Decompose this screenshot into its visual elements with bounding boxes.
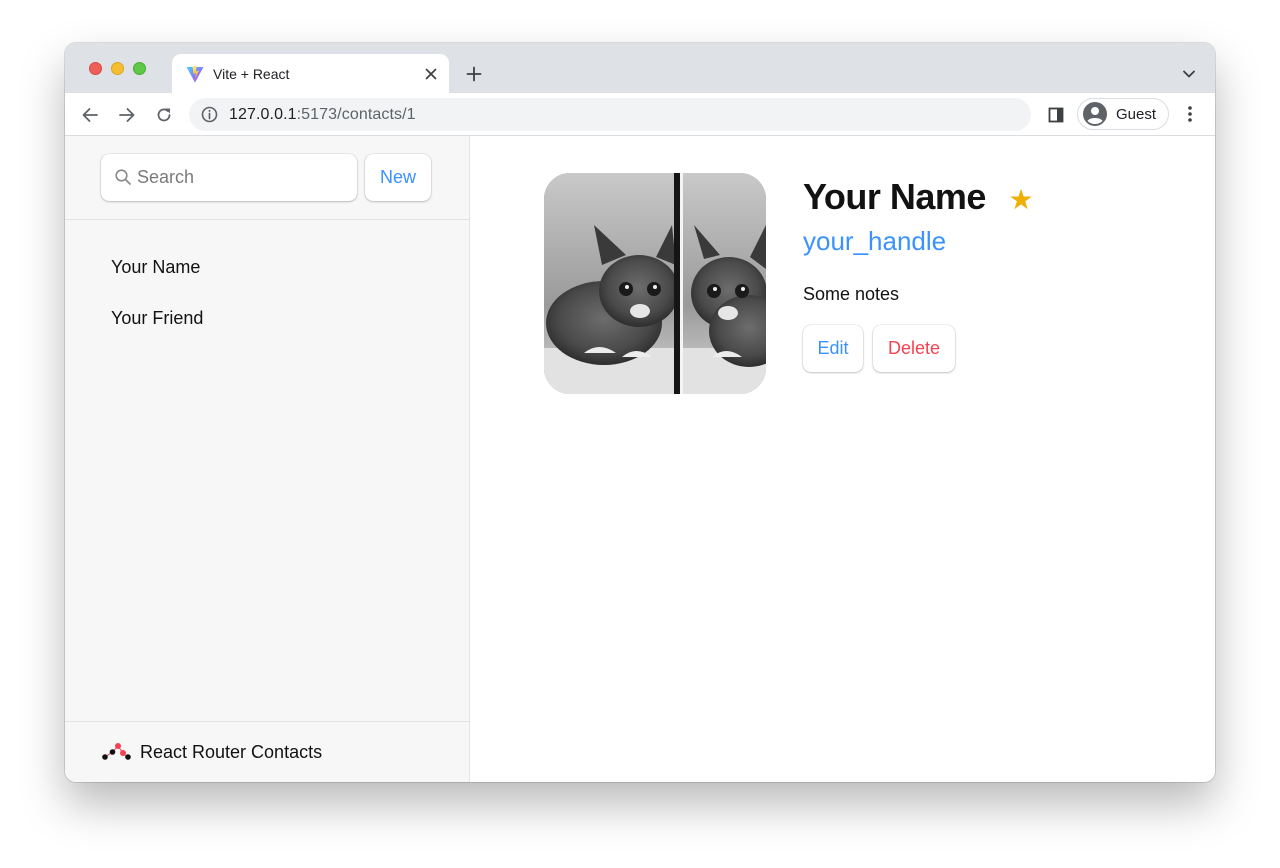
close-icon[interactable] [421, 64, 441, 84]
reload-icon[interactable] [151, 102, 177, 128]
forward-arrow-icon[interactable] [114, 102, 140, 128]
react-router-logo-icon [101, 742, 131, 762]
sidebar: New Your Name Your Friend Re [65, 136, 470, 782]
app-title: React Router Contacts [140, 742, 323, 762]
tab-strip: Vite + React [65, 43, 1215, 94]
contact-avatar [544, 173, 766, 394]
search-icon [114, 168, 132, 186]
sidebar-header: New [65, 136, 469, 220]
contact-handle-link[interactable]: your_handle [803, 226, 946, 257]
back-arrow-icon[interactable] [77, 102, 103, 128]
window-close-button[interactable] [89, 62, 102, 75]
list-item[interactable]: Your Friend [101, 296, 431, 340]
page-content: New Your Name Your Friend Re [65, 136, 1215, 782]
sidebar-footer: React Router Contacts [65, 721, 469, 782]
window-minimize-button[interactable] [111, 62, 124, 75]
info-icon[interactable] [201, 106, 218, 123]
profile-button[interactable]: Guest [1077, 98, 1169, 130]
tab-title: Vite + React [213, 66, 290, 82]
more-vert-icon[interactable] [1179, 103, 1201, 125]
browser-window: Vite + React 127.0.0.1:5173/contacts/1 G… [65, 43, 1215, 782]
browser-tab[interactable]: Vite + React [172, 54, 449, 94]
search-form [101, 154, 357, 201]
contact-name: Your Name [803, 176, 986, 217]
side-panel-icon[interactable] [1045, 104, 1067, 126]
vite-logo-icon [185, 64, 205, 84]
delete-button[interactable]: Delete [873, 325, 955, 372]
address-bar[interactable]: 127.0.0.1:5173/contacts/1 [189, 98, 1031, 131]
account-circle-icon [1083, 102, 1107, 126]
url-text: 127.0.0.1:5173/contacts/1 [229, 106, 416, 124]
star-icon[interactable]: ★ [1005, 183, 1037, 215]
browser-toolbar: 127.0.0.1:5173/contacts/1 Guest [65, 93, 1215, 136]
url-path: :5173/contacts/1 [296, 106, 416, 123]
contact-notes: Some notes [803, 284, 900, 304]
profile-label: Guest [1116, 106, 1157, 123]
search-input[interactable] [137, 154, 347, 201]
list-item[interactable]: Your Name [101, 245, 431, 289]
new-contact-button[interactable]: New [365, 154, 431, 201]
plus-icon[interactable] [463, 63, 485, 85]
chevron-down-icon[interactable] [1179, 64, 1199, 84]
window-maximize-button[interactable] [133, 62, 146, 75]
edit-button[interactable]: Edit [803, 325, 863, 372]
url-host: 127.0.0.1 [229, 106, 297, 123]
